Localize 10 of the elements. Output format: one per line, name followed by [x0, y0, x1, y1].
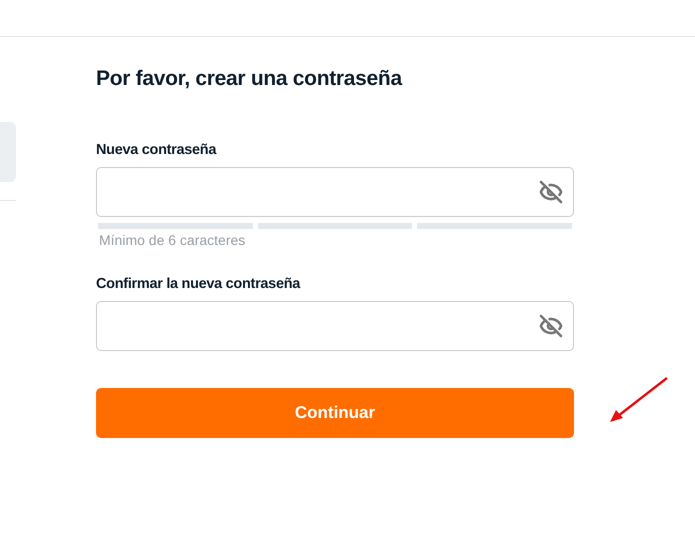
page-title: Por favor, crear una contraseña	[96, 66, 404, 92]
eye-off-icon[interactable]	[539, 180, 563, 204]
hint-text: Mínimo de 6 caracteres	[98, 232, 246, 248]
arrow-drawing	[610, 377, 668, 422]
password-field[interactable]	[96, 301, 574, 351]
continue-button[interactable]: Continuar	[96, 388, 574, 438]
password-field[interactable]	[96, 167, 574, 217]
eye-off-icon[interactable]	[539, 314, 563, 338]
field-label: Nueva contraseña	[96, 141, 218, 159]
field-label: Confirmar la nueva contraseña	[96, 275, 302, 293]
